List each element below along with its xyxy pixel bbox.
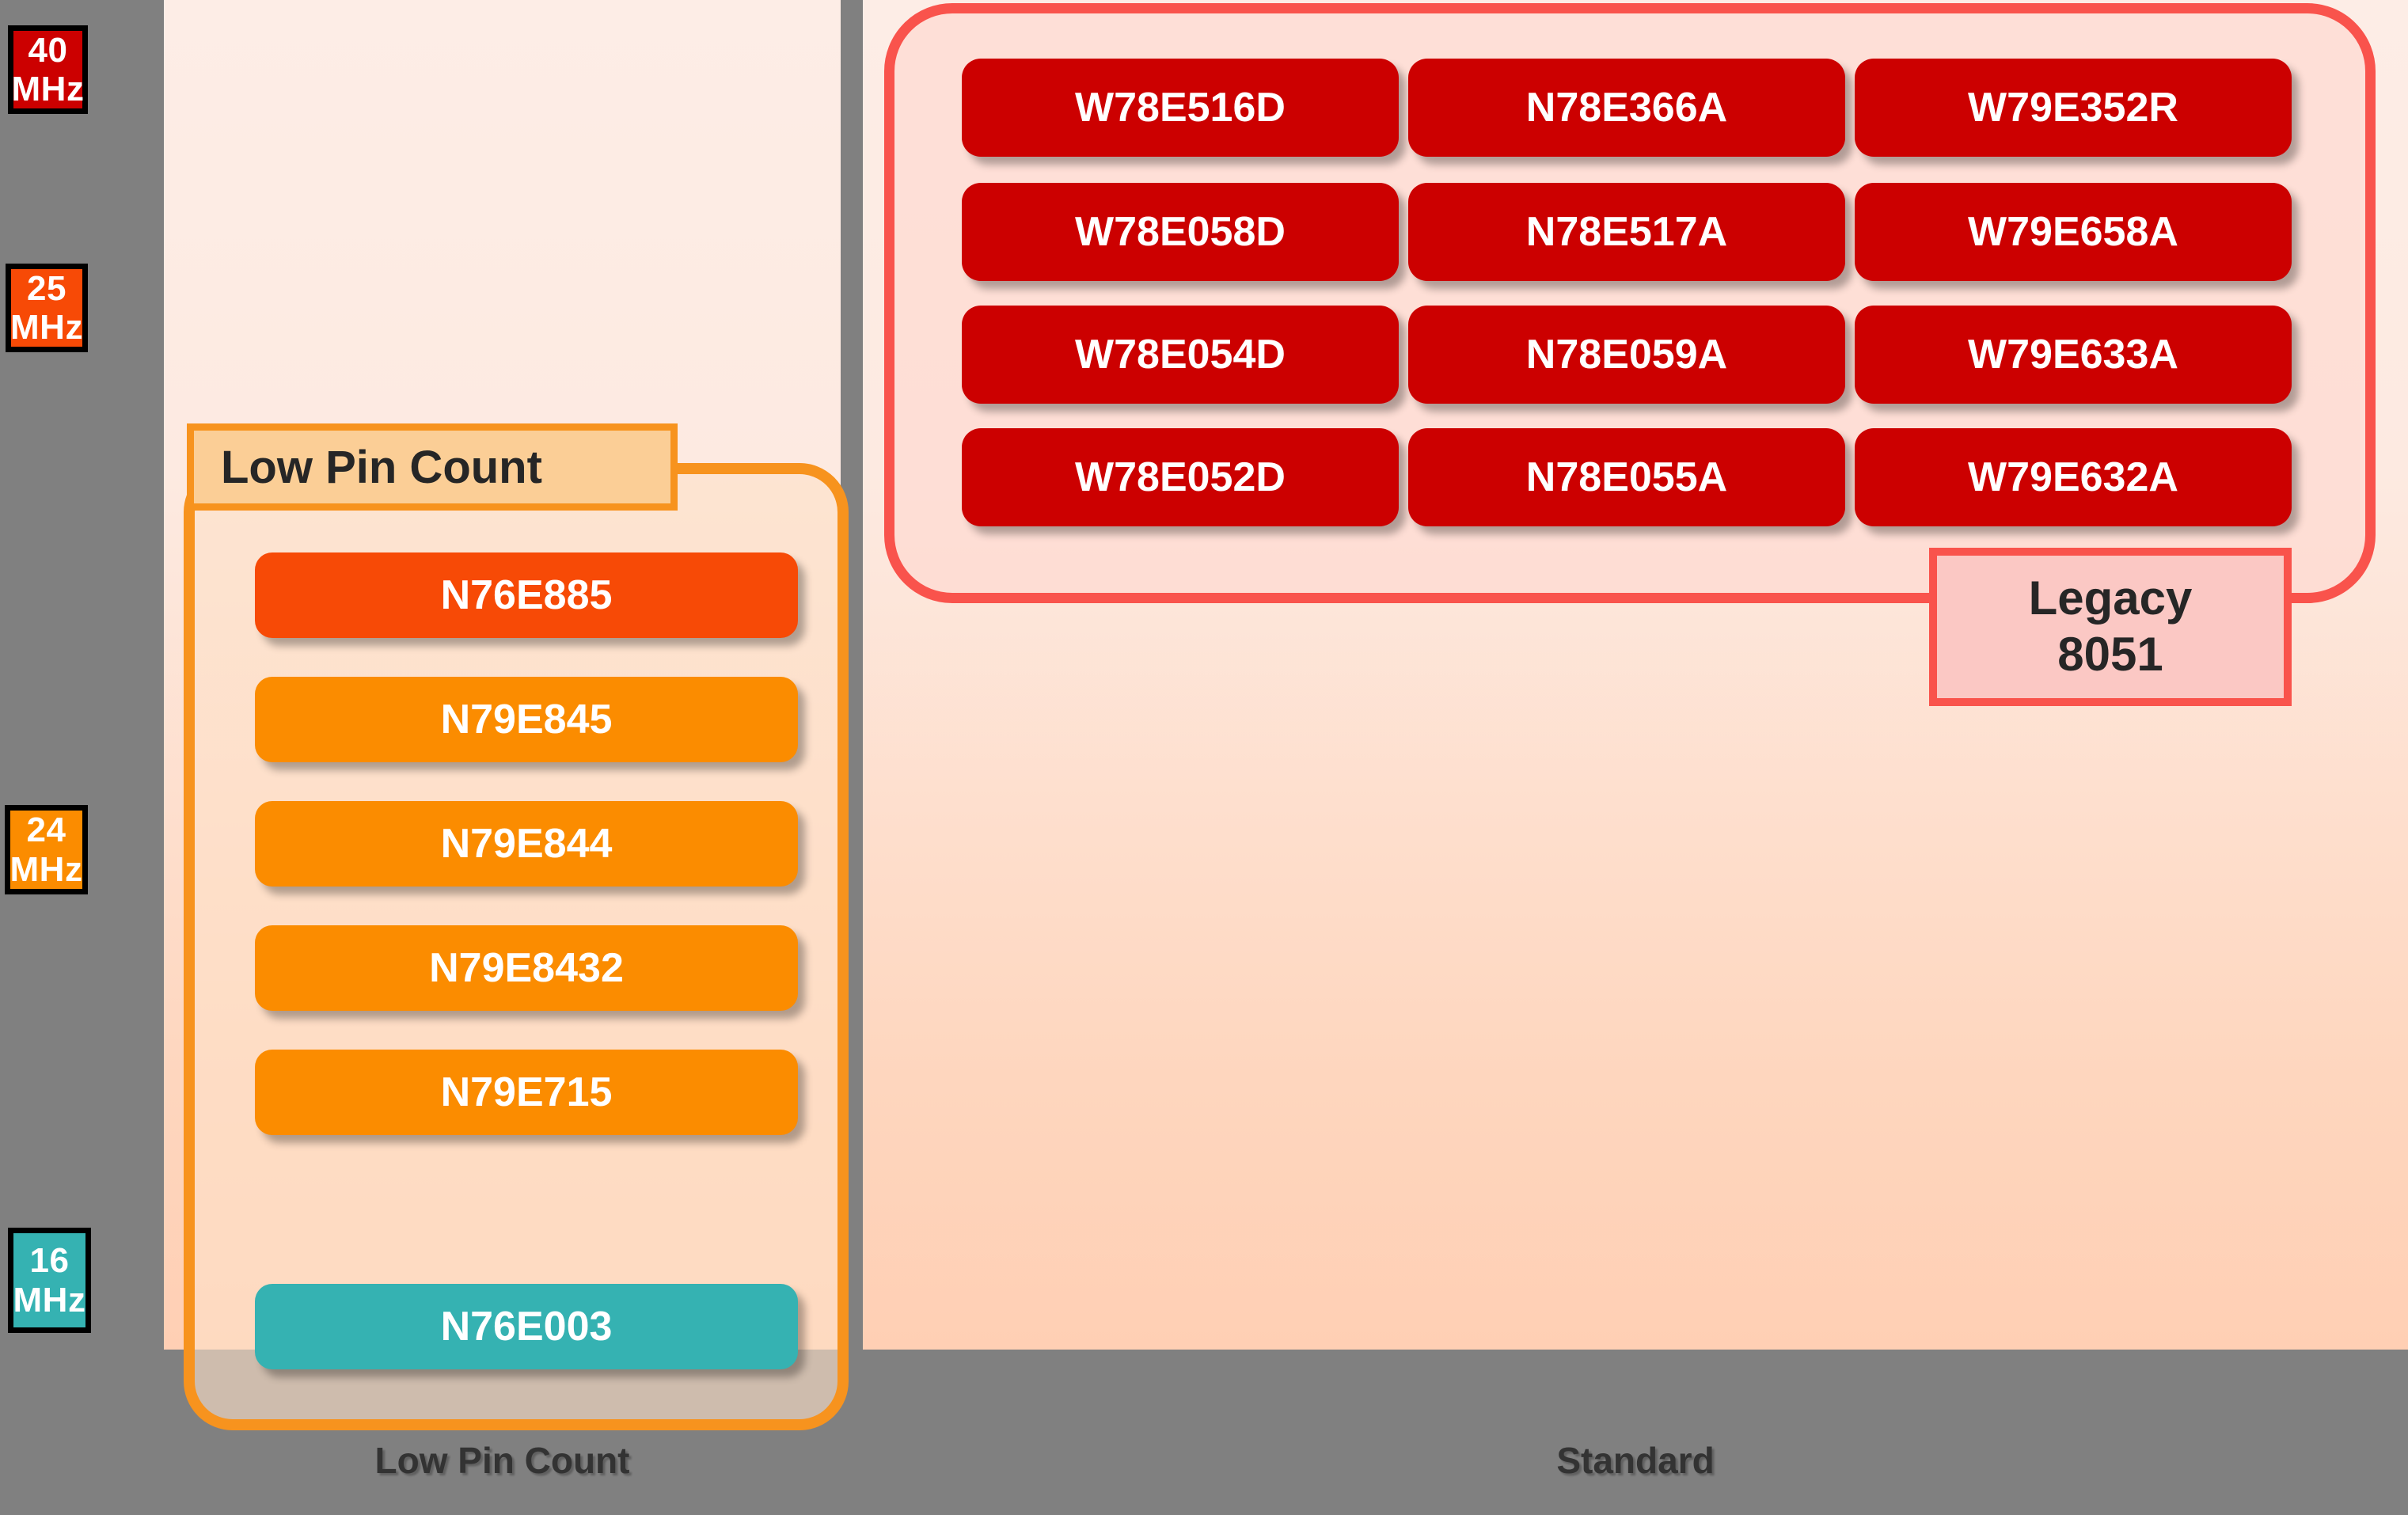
part-chip-label: N79E8432 <box>429 945 624 991</box>
frequency-box-25mhz: 25 MHz <box>6 264 88 352</box>
frequency-unit: MHz <box>9 849 83 889</box>
frequency-value: 40 <box>28 30 68 70</box>
low-pin-count-badge-label: Low Pin Count <box>221 441 542 493</box>
frequency-value: 25 <box>27 268 66 308</box>
part-chip-label: W78E054D <box>1075 332 1286 378</box>
part-chip-w79e658a[interactable]: W79E658A <box>1855 183 2292 281</box>
part-chip-label: N79E845 <box>440 697 613 742</box>
part-chip-n78e517a[interactable]: N78E517A <box>1408 183 1845 281</box>
part-chip-n79e8432[interactable]: N79E8432 <box>255 925 798 1011</box>
part-chip-w78e058d[interactable]: W78E058D <box>962 183 1399 281</box>
frequency-box-24mhz: 24 MHz <box>5 805 88 894</box>
legacy-badge-line-2: 8051 <box>2057 628 2163 681</box>
part-chip-w79e632a[interactable]: W79E632A <box>1855 428 2292 526</box>
axis-label-standard: Standard <box>1556 1440 1715 1481</box>
part-chip-w78e054d[interactable]: W78E054D <box>962 306 1399 404</box>
legacy-badge-line-1: Legacy <box>2028 571 2193 625</box>
frequency-value: 24 <box>26 811 66 850</box>
part-chip-w79e352r[interactable]: W79E352R <box>1855 59 2292 157</box>
part-chip-w79e633a[interactable]: W79E633A <box>1855 306 2292 404</box>
part-chip-label: N76E003 <box>440 1304 613 1350</box>
axis-label-low-pin-count: Low Pin Count <box>374 1440 630 1481</box>
part-chip-label: W78E058D <box>1075 209 1286 255</box>
part-chip-n76e003[interactable]: N76E003 <box>255 1284 798 1369</box>
legacy-8051-badge: Legacy 8051 <box>1929 548 2292 706</box>
frequency-unit: MHz <box>13 1280 86 1319</box>
part-chip-label: N79E715 <box>440 1069 613 1115</box>
part-chip-w78e516d[interactable]: W78E516D <box>962 59 1399 157</box>
part-chip-label: N78E059A <box>1525 332 1728 378</box>
frequency-box-40mhz: 40 MHz <box>8 25 88 114</box>
part-chip-n78e366a[interactable]: N78E366A <box>1408 59 1845 157</box>
part-chip-label: N78E055A <box>1525 454 1728 500</box>
part-chip-label: W79E633A <box>1968 332 2178 378</box>
frequency-value: 16 <box>29 1241 70 1281</box>
part-chip-n79e845[interactable]: N79E845 <box>255 677 798 762</box>
part-chip-label: W79E632A <box>1968 454 2178 500</box>
part-chip-w78e052d[interactable]: W78E052D <box>962 428 1399 526</box>
part-chip-label: N76E885 <box>440 572 613 618</box>
low-pin-count-badge: Low Pin Count <box>187 423 678 511</box>
part-chip-label: W78E052D <box>1075 454 1286 500</box>
part-chip-n78e055a[interactable]: N78E055A <box>1408 428 1845 526</box>
part-chip-n78e059a[interactable]: N78E059A <box>1408 306 1845 404</box>
part-chip-n79e844[interactable]: N79E844 <box>255 801 798 887</box>
frequency-unit: MHz <box>10 308 83 347</box>
frequency-box-16mhz: 16 MHz <box>8 1228 91 1333</box>
part-chip-label: N79E844 <box>440 821 613 867</box>
part-chip-n79e715[interactable]: N79E715 <box>255 1050 798 1135</box>
part-chip-label: W78E516D <box>1075 85 1286 131</box>
part-chip-label: W79E658A <box>1968 209 2178 255</box>
diagram-canvas: 40 MHz 25 MHz 24 MHz 16 MHz W78E516D N78… <box>0 0 2408 1515</box>
part-chip-label: W79E352R <box>1968 85 2178 131</box>
frequency-unit: MHz <box>11 70 85 108</box>
part-chip-n76e885[interactable]: N76E885 <box>255 552 798 638</box>
part-chip-label: N78E517A <box>1525 209 1728 255</box>
part-chip-label: N78E366A <box>1525 85 1728 131</box>
